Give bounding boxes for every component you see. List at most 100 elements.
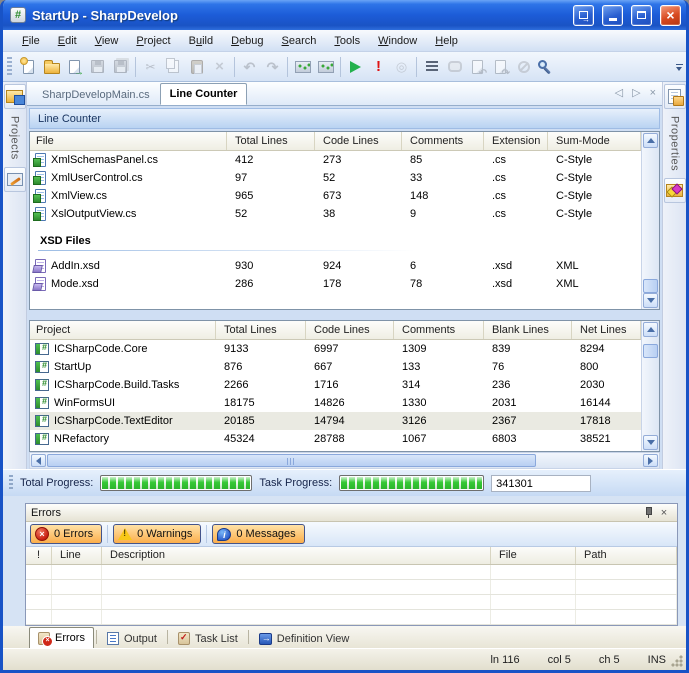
scroll-down-button[interactable] [643, 293, 658, 308]
menu-edit[interactable]: Edit [49, 32, 86, 50]
close-button[interactable] [660, 5, 681, 26]
table-row[interactable]: XmlSchemasPanel.cs41227385.csC-Style [30, 151, 641, 169]
scroll-right-button[interactable] [643, 454, 658, 467]
next-tab-icon[interactable]: ▷ [632, 88, 640, 99]
document-tab[interactable]: SharpDevelopMain.cs [32, 85, 160, 105]
tab-output[interactable]: Output [99, 629, 165, 648]
toolbar-grip[interactable] [7, 57, 12, 77]
close-panel-button[interactable]: × [656, 506, 672, 520]
right-dock-strip: Properties [662, 82, 686, 469]
scroll-up-button[interactable] [643, 133, 658, 148]
table-row[interactable]: XmlUserControl.cs975233.csC-Style [30, 169, 641, 187]
table-row[interactable]: AddIn.xsd9309246.xsdXML [30, 257, 641, 275]
panel-splitter[interactable] [3, 496, 686, 503]
build-button[interactable] [291, 55, 314, 78]
horizontal-splitter[interactable] [27, 310, 662, 320]
toolbox-pad-button[interactable] [664, 178, 686, 203]
new-window-button[interactable] [63, 55, 86, 78]
scroll-up-button[interactable] [643, 322, 658, 337]
strip-grip[interactable] [9, 475, 13, 491]
open-file-button[interactable] [40, 55, 63, 78]
projects-table-scrollbar[interactable] [641, 321, 659, 451]
cell: C-Style [548, 208, 641, 220]
application-window: # StartUp - SharpDevelop FileEditViewPro… [0, 0, 689, 673]
menu-build[interactable]: Build [180, 32, 222, 50]
save-button [86, 55, 109, 78]
scroll-down-button[interactable] [643, 435, 658, 450]
error-row [26, 595, 677, 610]
projects-pad-button[interactable] [4, 84, 26, 109]
menu-view[interactable]: View [86, 32, 128, 50]
project-row-partial [30, 448, 641, 452]
maximize-button[interactable] [631, 5, 652, 26]
menu-help[interactable]: Help [426, 32, 467, 50]
app-icon: # [10, 7, 26, 23]
scrollbar-thumb[interactable] [643, 279, 658, 293]
project-row[interactable]: StartUp87666713376800 [30, 358, 641, 376]
table-row[interactable]: XslOutputView.cs52389.csC-Style [30, 205, 641, 223]
copy-button [162, 55, 185, 78]
build-all-button[interactable] [314, 55, 337, 78]
scroll-left-button[interactable] [31, 454, 46, 467]
table-row[interactable]: XmlView.cs965673148.csC-Style [30, 187, 641, 205]
scrollbar-thumb[interactable] [643, 344, 658, 358]
cell: XML [548, 260, 641, 272]
toolbar-overflow-button[interactable] [673, 55, 685, 79]
messages-filter-button[interactable]: 0 Messages [212, 524, 304, 544]
search-button[interactable] [535, 55, 558, 78]
tab-errors[interactable]: Errors [29, 627, 94, 648]
prev-tab-icon[interactable]: ◁ [615, 88, 623, 99]
close-tab-icon[interactable]: × [650, 88, 656, 99]
cell: 839 [484, 343, 572, 355]
projects-pad-label[interactable]: Projects [9, 116, 21, 160]
warning-icon [118, 528, 132, 540]
warnings-filter-button[interactable]: 0 Warnings [113, 524, 201, 544]
document-area: SharpDevelopMain.csLine Counter ◁ ▷ × Li… [27, 82, 662, 469]
run-button[interactable] [344, 55, 367, 78]
file-name-cell: XslOutputView.cs [30, 207, 227, 221]
files-table-scrollbar[interactable] [641, 132, 659, 309]
float-window-button[interactable] [573, 5, 594, 26]
project-row[interactable]: WinFormsUI18175148261330203116144 [30, 394, 641, 412]
project-row[interactable]: ICSharpCode.TextEditor201851479431262367… [30, 412, 641, 430]
new-file-button[interactable] [17, 55, 40, 78]
properties-pad-icon [668, 89, 681, 104]
menu-window[interactable]: Window [369, 32, 426, 50]
properties-pad-label[interactable]: Properties [669, 116, 681, 171]
menu-project[interactable]: Project [127, 32, 179, 50]
properties-pad-button[interactable] [664, 84, 686, 109]
project-icon [35, 379, 49, 391]
document-tab[interactable]: Line Counter [160, 83, 248, 105]
menu-debug[interactable]: Debug [222, 32, 272, 50]
task-progress-label: Task Progress: [259, 477, 332, 489]
menu-search[interactable]: Search [273, 32, 326, 50]
cell: .xsd [484, 278, 548, 290]
table-row[interactable]: Mode.xsd28617878.xsdXML [30, 275, 641, 293]
stop-button: ◎ [390, 55, 413, 78]
cell: 1716 [306, 379, 394, 391]
project-row[interactable]: ICSharpCode.Build.Tasks22661716314236203… [30, 376, 641, 394]
menu-tools[interactable]: Tools [325, 32, 369, 50]
scrollbar-thumb[interactable] [47, 454, 536, 467]
task-tab-icon [178, 632, 190, 645]
resize-grip[interactable] [671, 655, 683, 667]
toolbar-separator [135, 57, 136, 77]
cell: .cs [484, 154, 548, 166]
toolbar-separator [287, 57, 288, 77]
column-header: Total Lines [216, 321, 306, 339]
project-row[interactable]: ICSharpCode.Core9133699713098398294 [30, 340, 641, 358]
close-icon [666, 8, 674, 23]
errors-filter-button[interactable]: 0 Errors [30, 524, 102, 544]
classes-pad-button[interactable] [4, 167, 26, 192]
projects-table-rows: ICSharpCode.Core9133699713098398294Start… [30, 340, 659, 452]
project-icon [35, 397, 49, 409]
pin-button[interactable] [640, 506, 656, 520]
menu-file[interactable]: File [13, 32, 49, 50]
horizontal-scrollbar[interactable] [29, 452, 660, 469]
tab-task-list[interactable]: Task List [170, 629, 246, 648]
abort-button[interactable]: ! [367, 55, 390, 78]
tab-definition-view[interactable]: Definition View [251, 629, 358, 648]
bookmarks-menu-button[interactable] [420, 55, 443, 78]
minimize-button[interactable] [602, 5, 623, 26]
cross-icon: × [215, 59, 224, 74]
